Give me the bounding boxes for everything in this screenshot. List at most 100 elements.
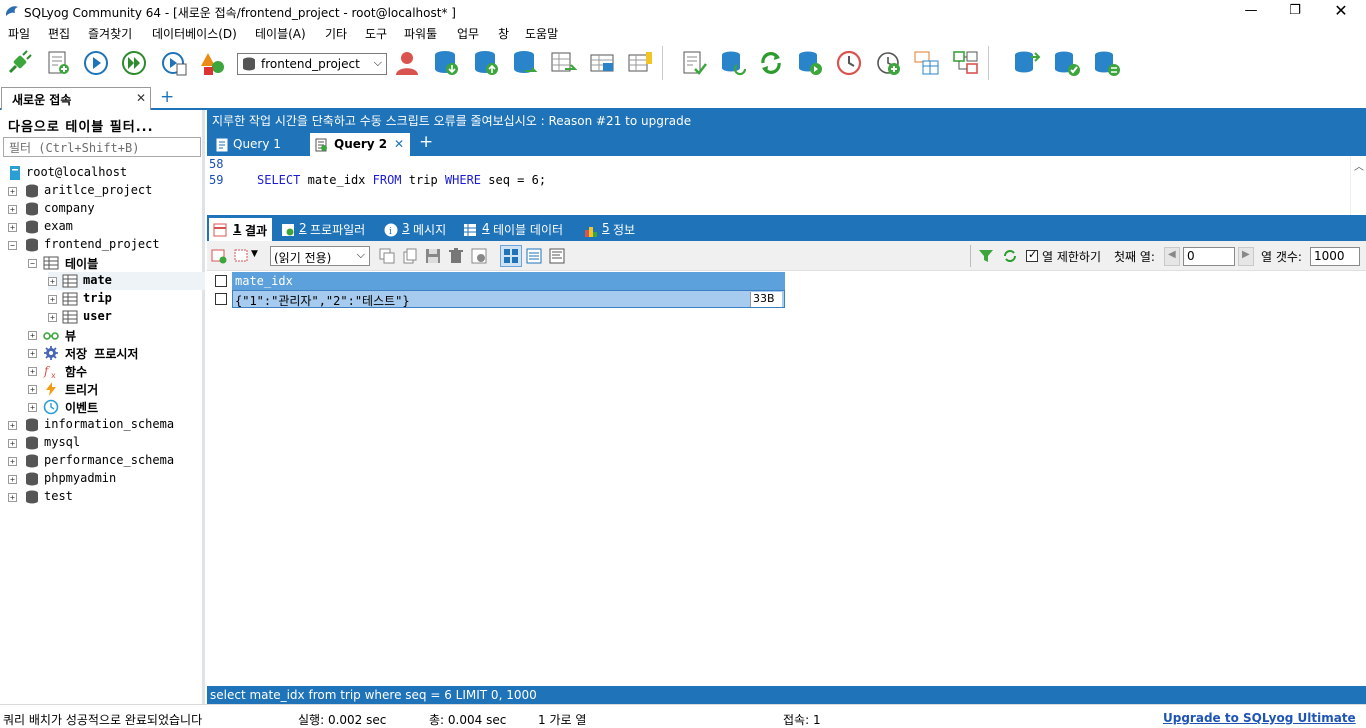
menu-table[interactable]: 테이블(A) xyxy=(255,25,306,42)
menu-tools[interactable]: 도구 xyxy=(365,25,387,42)
database-select[interactable]: frontend_project ⌵ xyxy=(237,53,387,75)
tab-messages[interactable]: i 3 메시지 xyxy=(382,218,452,241)
expand-icon[interactable]: + xyxy=(48,277,57,286)
menu-file[interactable]: 파일 xyxy=(8,25,30,42)
column-header[interactable]: mate_idx xyxy=(232,272,785,290)
sql-statement[interactable]: SELECT mate_idx FROM trip WHERE seq = 6; xyxy=(257,173,546,187)
expand-icon[interactable]: + xyxy=(48,313,57,322)
connect-plug-icon[interactable] xyxy=(5,49,33,77)
tree-node-table-selected[interactable]: + mate xyxy=(48,272,205,290)
new-query-icon[interactable] xyxy=(44,49,72,77)
import-table-icon[interactable] xyxy=(549,49,577,77)
row-checkbox[interactable] xyxy=(215,293,227,305)
add-connection-icon[interactable]: + xyxy=(160,87,174,107)
data-sync-icon[interactable] xyxy=(719,49,747,77)
execute-query-icon[interactable] xyxy=(82,49,110,77)
next-rows-button[interactable]: ▶ xyxy=(1238,247,1254,266)
user-manager-icon[interactable] xyxy=(393,49,421,77)
save-icon[interactable] xyxy=(425,248,441,264)
delete-trash-icon[interactable] xyxy=(448,248,464,264)
collapse-icon[interactable]: − xyxy=(28,259,37,268)
table-row[interactable]: {"1":"관리자","2":"테스트"} 33B xyxy=(208,290,785,308)
collapse-icon[interactable]: − xyxy=(8,241,17,250)
duplicate-row-icon[interactable] xyxy=(379,248,395,264)
refresh-icon[interactable] xyxy=(757,49,785,77)
text-view-icon[interactable] xyxy=(549,248,565,264)
expand-icon[interactable]: + xyxy=(8,439,17,448)
table-cell[interactable]: {"1":"관리자","2":"테스트"} 33B xyxy=(232,290,785,308)
menu-work[interactable]: 업무 xyxy=(457,25,479,42)
expand-icon[interactable]: + xyxy=(28,367,37,376)
sql-check-icon[interactable] xyxy=(1053,49,1081,77)
database-query-icon[interactable] xyxy=(796,49,824,77)
minimize-button[interactable]: — xyxy=(1228,0,1274,22)
expand-icon[interactable]: + xyxy=(8,205,17,214)
menu-edit[interactable]: 편집 xyxy=(48,25,70,42)
close-icon[interactable]: ✕ xyxy=(394,137,404,151)
expand-icon[interactable]: + xyxy=(8,475,17,484)
reset-grid-icon[interactable] xyxy=(471,248,487,264)
expand-icon[interactable]: + xyxy=(28,349,37,358)
menu-database[interactable]: 데이터베이스(D) xyxy=(152,25,237,42)
menu-powertools[interactable]: 파워툴 xyxy=(404,25,437,42)
expand-icon[interactable]: + xyxy=(8,223,17,232)
limit-rows-checkbox[interactable]: ✓ xyxy=(1026,248,1038,262)
expand-icon[interactable]: + xyxy=(8,187,17,196)
filter-input[interactable]: 필터 (Ctrl+Shift+B) xyxy=(3,137,201,157)
expand-icon[interactable]: + xyxy=(8,493,17,502)
tab-profiler[interactable]: 2 프로파일러 xyxy=(279,218,371,241)
sql-transfer-icon[interactable] xyxy=(1013,49,1041,77)
expand-icon[interactable]: + xyxy=(8,421,17,430)
expand-icon[interactable]: + xyxy=(48,295,57,304)
row-count-input[interactable]: 1000 xyxy=(1310,247,1360,266)
schema-sync-icon[interactable] xyxy=(680,49,708,77)
previous-rows-button[interactable]: ◀ xyxy=(1164,247,1180,266)
maximize-button[interactable]: ❐ xyxy=(1272,0,1318,22)
close-window-button[interactable]: ✕ xyxy=(1318,0,1364,22)
sql-editor[interactable]: 58 59 SELECT mate_idx FROM trip WHERE se… xyxy=(207,156,1366,261)
expand-icon[interactable]: + xyxy=(8,457,17,466)
insert-row-icon[interactable] xyxy=(211,248,227,264)
database-shapes-icon[interactable] xyxy=(199,49,227,77)
tab-result[interactable]: 1 결과 xyxy=(209,218,272,241)
refresh-icon[interactable] xyxy=(1002,248,1018,264)
menu-help[interactable]: 도움말 xyxy=(525,25,558,42)
expand-icon[interactable]: + xyxy=(28,403,37,412)
backup-database-icon[interactable] xyxy=(432,49,460,77)
table-notes-icon[interactable] xyxy=(627,49,655,77)
query-builder-icon[interactable] xyxy=(913,49,941,77)
expand-icon[interactable]: + xyxy=(28,385,37,394)
upgrade-banner[interactable]: 지루한 작업 시간을 단축하고 수동 스크립트 오류를 줄여보십시오 : Rea… xyxy=(207,110,1366,130)
select-all-checkbox[interactable] xyxy=(215,275,227,287)
tab-table-data[interactable]: 4 테이블 데이터 xyxy=(461,218,571,241)
read-only-select[interactable]: (읽기 전용) ⌵ xyxy=(270,246,370,266)
copy-icon[interactable] xyxy=(402,248,418,264)
grid-view-toggle[interactable] xyxy=(500,245,522,267)
sql-compare-icon[interactable] xyxy=(1093,49,1121,77)
scheduler-clock-icon[interactable] xyxy=(835,49,863,77)
copy-database-icon[interactable] xyxy=(511,49,539,77)
menu-others[interactable]: 기타 xyxy=(325,25,347,42)
menu-favorites[interactable]: 즐겨찾기 xyxy=(88,25,132,42)
connection-tab[interactable]: 새로운 접속 ✕ xyxy=(1,87,151,110)
filter-funnel-icon[interactable] xyxy=(978,248,994,264)
export-icon[interactable] xyxy=(234,248,250,264)
restore-database-icon[interactable] xyxy=(472,49,500,77)
add-query-tab-icon[interactable]: + xyxy=(419,132,433,152)
job-agent-icon[interactable] xyxy=(874,49,902,77)
tab-info[interactable]: 5 정보 xyxy=(582,218,642,241)
upgrade-link[interactable]: Upgrade to SQLyog Ultimate xyxy=(1163,711,1356,725)
schema-table-icon[interactable] xyxy=(588,49,616,77)
execute-explain-icon[interactable] xyxy=(160,49,188,77)
menu-window[interactable]: 창 xyxy=(498,25,509,42)
schema-designer-icon[interactable] xyxy=(952,49,980,77)
form-view-icon[interactable] xyxy=(526,248,542,264)
execute-all-icon[interactable] xyxy=(120,49,148,77)
close-icon[interactable]: ✕ xyxy=(136,91,146,105)
expand-icon[interactable]: + xyxy=(28,331,37,340)
scroll-up-icon[interactable]: ︿ xyxy=(1354,158,1364,173)
tab-query-2[interactable]: Query 2 ✕ xyxy=(310,133,410,156)
first-row-input[interactable]: 0 xyxy=(1183,247,1235,266)
chevron-down-icon[interactable]: ▼ xyxy=(251,249,258,259)
tab-query-1[interactable]: Query 1 xyxy=(213,133,305,156)
